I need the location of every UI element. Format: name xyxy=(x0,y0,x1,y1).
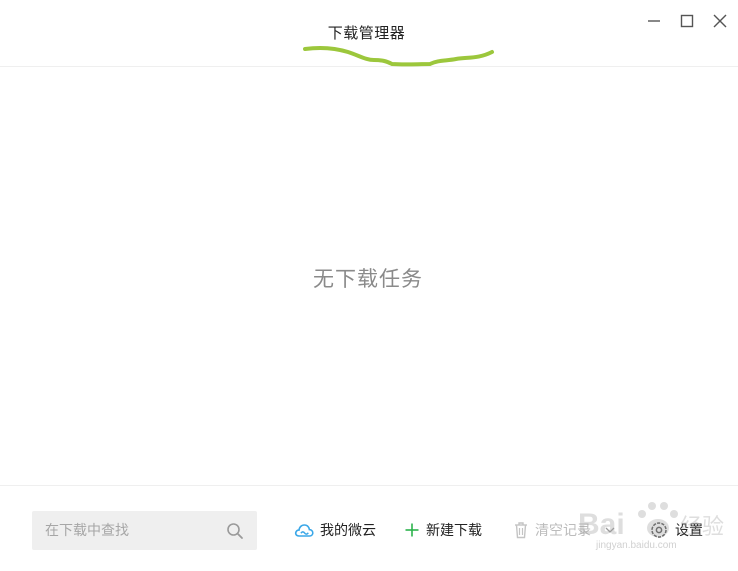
clear-records-label: 清空记录 xyxy=(535,523,591,539)
title-bar: 下载管理器 xyxy=(0,0,738,67)
minimize-button[interactable] xyxy=(640,8,668,34)
new-download-label: 新建下载 xyxy=(426,523,482,539)
search-icon[interactable] xyxy=(225,521,245,541)
my-cloud-label: 我的微云 xyxy=(320,523,376,539)
settings-label: 设置 xyxy=(675,523,703,539)
plus-icon xyxy=(404,522,420,538)
download-list-area: 无下载任务 xyxy=(0,67,738,485)
minimize-icon xyxy=(648,20,660,22)
window-title: 下载管理器 xyxy=(327,24,406,42)
download-manager-window: 下载管理器 无下载任务 在下载中查找 我的微云 新建下载 清空记录 设置 Bai… xyxy=(0,0,738,571)
cloud-icon xyxy=(294,522,314,538)
watermark-text: jingyan.baidu.com xyxy=(596,540,677,551)
bottom-toolbar: 我的微云 新建下载 清空记录 xyxy=(0,485,738,571)
clear-records-button[interactable]: 清空记录 xyxy=(513,519,591,541)
maximize-button[interactable] xyxy=(673,8,701,34)
chevron-down-icon[interactable] xyxy=(604,524,616,536)
search-box xyxy=(32,511,257,550)
maximize-icon xyxy=(680,14,694,28)
empty-state-message: 无下载任务 xyxy=(313,267,423,291)
close-button[interactable] xyxy=(706,8,734,34)
trash-icon xyxy=(513,521,529,539)
my-cloud-button[interactable]: 我的微云 xyxy=(294,519,376,541)
search-input[interactable] xyxy=(32,511,217,550)
gear-icon xyxy=(649,520,669,540)
new-download-button[interactable]: 新建下载 xyxy=(404,519,482,541)
close-icon xyxy=(713,14,727,28)
settings-button[interactable]: 设置 xyxy=(649,519,703,541)
